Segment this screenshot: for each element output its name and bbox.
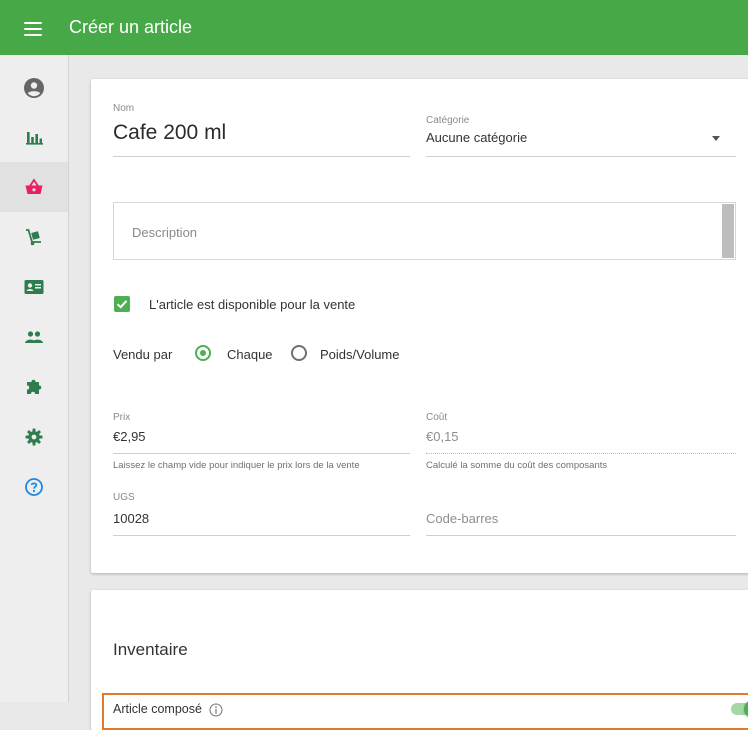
barcode-input[interactable]: Code-barres <box>426 511 498 526</box>
category-underline <box>426 156 736 157</box>
barcode-underline <box>426 535 736 536</box>
sidebar-item-integrations[interactable] <box>0 362 68 412</box>
available-label: L'article est disponible pour la vente <box>149 297 356 312</box>
name-underline <box>113 156 410 157</box>
radio-weight-volume-label[interactable]: Poids/Volume <box>320 347 400 362</box>
description-placeholder: Description <box>132 225 198 240</box>
sku-input[interactable]: 10028 <box>113 511 149 526</box>
account-circle-icon <box>24 78 44 98</box>
main-content: Nom Cafe 200 ml Catégorie Aucune catégor… <box>69 55 748 730</box>
page-title: Créer un article <box>69 17 193 37</box>
info-icon[interactable] <box>209 703 223 717</box>
sidebar-item-employees[interactable] <box>0 262 68 312</box>
id-card-icon <box>24 280 44 294</box>
cost-underline <box>426 453 736 454</box>
inventory-title: Inventaire <box>113 640 188 659</box>
app-header: Créer un article <box>0 0 748 55</box>
price-label: Prix <box>113 412 131 423</box>
sidebar-item-settings[interactable] <box>0 412 68 462</box>
price-underline <box>113 453 410 454</box>
puzzle-piece-icon <box>27 379 42 394</box>
name-label: Nom <box>113 103 135 114</box>
shopping-basket-icon <box>25 178 43 194</box>
price-input[interactable]: €2,95 <box>113 429 146 444</box>
cost-label: Coût <box>426 412 448 423</box>
hand-truck-icon <box>26 229 41 246</box>
category-select[interactable]: Aucune catégorie <box>426 130 527 145</box>
inventory-card: Inventaire Article composé <box>91 590 748 730</box>
checkmark-icon <box>116 300 128 309</box>
chevron-down-icon[interactable] <box>712 136 720 141</box>
description-textarea[interactable]: Description <box>113 202 736 260</box>
sidebar-item-account[interactable] <box>0 63 68 113</box>
radio-weight-volume[interactable] <box>291 345 307 361</box>
hamburger-menu-icon[interactable] <box>24 22 42 36</box>
cost-value: €0,15 <box>426 429 459 444</box>
cost-help-text: Calculé la somme du coût des composants <box>426 460 608 471</box>
name-input[interactable]: Cafe 200 ml <box>113 121 226 145</box>
sku-underline <box>113 535 410 536</box>
price-help-text: Laissez le champ vide pour indiquer le p… <box>113 460 360 471</box>
sidebar-item-customers[interactable] <box>0 312 68 362</box>
sidebar-item-reports[interactable] <box>0 112 68 162</box>
help-circle-icon <box>25 478 43 496</box>
bar-chart-icon <box>26 132 43 145</box>
sidebar-item-help[interactable] <box>0 462 68 512</box>
sidebar-item-items[interactable] <box>0 162 68 212</box>
composite-item-label: Article composé <box>113 702 202 716</box>
sold-by-label: Vendu par <box>113 347 173 362</box>
category-label: Catégorie <box>426 115 470 126</box>
sku-label: UGS <box>113 492 135 503</box>
gear-icon <box>25 428 43 446</box>
description-scrollbar[interactable] <box>722 204 734 258</box>
people-icon <box>25 331 43 343</box>
available-checkbox[interactable] <box>114 296 130 312</box>
radio-each[interactable] <box>195 345 211 361</box>
item-details-card: Nom Cafe 200 ml Catégorie Aucune catégor… <box>91 79 748 573</box>
radio-each-label[interactable]: Chaque <box>227 347 273 362</box>
sidebar <box>0 55 69 702</box>
sidebar-item-inventory[interactable] <box>0 212 68 262</box>
